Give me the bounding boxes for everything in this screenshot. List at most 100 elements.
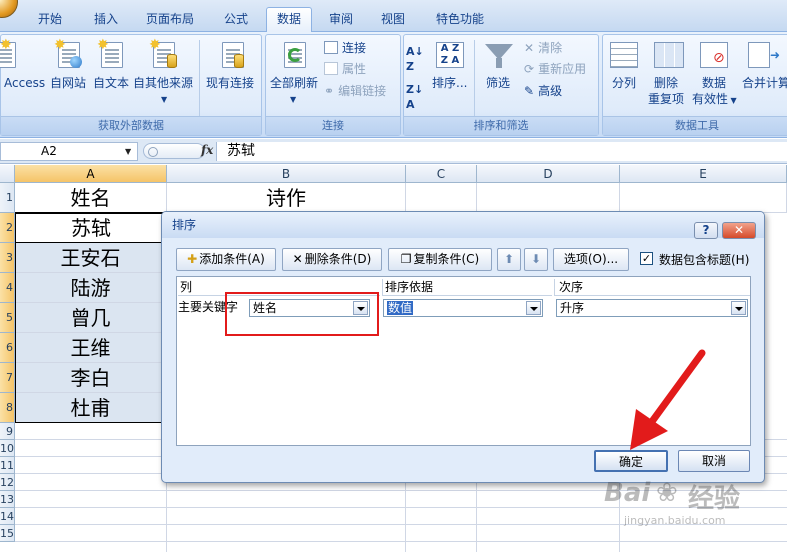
advanced-filter-button[interactable]: ✎ 高级	[524, 82, 562, 100]
cell-d1[interactable]	[477, 183, 620, 213]
from-web-button[interactable]: ✸ 自网站	[48, 38, 90, 92]
tab-review[interactable]: 审阅	[318, 8, 364, 32]
cell-a8[interactable]: 杜甫	[15, 393, 167, 423]
ribbon-tab-bar: 开始 插入 页面布局 公式 数据 审阅 视图 特色功能	[0, 0, 787, 33]
row-header[interactable]: 1	[0, 183, 15, 213]
sort-za-button[interactable]: Z↓ A	[406, 82, 430, 111]
database-icon	[234, 54, 244, 68]
formula-expand-handle[interactable]	[143, 143, 205, 159]
row-header[interactable]: 12	[0, 474, 15, 491]
row-header[interactable]: 14	[0, 508, 15, 525]
row-header[interactable]: 9	[0, 423, 15, 440]
row-header[interactable]: 2	[0, 213, 15, 243]
clear-filter-button[interactable]: ✕ 清除	[524, 39, 562, 57]
order-select[interactable]: 升序	[556, 299, 748, 317]
filter-button[interactable]: 筛选	[480, 40, 518, 92]
reapply-icon: ⟳	[524, 62, 535, 76]
refresh-all-button[interactable]: 全部刷新 ▼	[268, 40, 322, 106]
column-header-a[interactable]: A	[15, 165, 167, 183]
new-star-icon: ✸	[149, 37, 161, 53]
has-headers-label: 数据包含标题(H)	[659, 253, 750, 267]
remove-duplicates-button[interactable]: 删除 重复项	[648, 40, 690, 106]
cell-e1[interactable]	[620, 183, 787, 213]
filter-label: 筛选	[486, 76, 511, 90]
chevron-down-icon[interactable]: ▼	[125, 143, 131, 160]
column-header-c[interactable]: C	[406, 165, 477, 183]
has-headers-checkbox[interactable]: ✓	[640, 252, 653, 265]
text-to-columns-button[interactable]: 分列	[606, 40, 644, 92]
row-header[interactable]: 15	[0, 525, 15, 542]
access-button[interactable]: ✸ Access	[0, 37, 46, 92]
add-level-label: 添加条件(A)	[199, 252, 265, 266]
row-header[interactable]: 13	[0, 491, 15, 508]
from-other-sources-button[interactable]: ✸ 自其他来源 ▼	[133, 37, 197, 105]
cell-a5[interactable]: 曾几	[15, 303, 167, 333]
cell-c1[interactable]	[406, 183, 477, 213]
dialog-title[interactable]: 排序	[162, 212, 764, 238]
tab-page-layout[interactable]: 页面布局	[136, 8, 204, 32]
row-header[interactable]: 4	[0, 273, 15, 303]
column-header-b[interactable]: B	[167, 165, 406, 183]
copy-level-button[interactable]: ❐ 复制条件(C)	[388, 248, 492, 271]
clear-label: 清除	[538, 41, 563, 55]
consolidate-button[interactable]: ➜ 合并计算	[742, 40, 787, 92]
arrow-up-icon: ⬆	[503, 252, 515, 266]
watermark-title: 经验	[688, 484, 741, 514]
row-header[interactable]: 11	[0, 457, 15, 474]
sort-on-select[interactable]: 数值	[383, 299, 543, 317]
office-button[interactable]	[0, 0, 18, 18]
fx-icon[interactable]: fx	[201, 143, 213, 157]
cell-a2[interactable]: 苏轼	[15, 213, 167, 243]
row-header[interactable]: 6	[0, 333, 15, 363]
sort-dialog-icon: A ZZ A	[436, 42, 464, 68]
tab-view[interactable]: 视图	[370, 8, 416, 32]
select-all-corner[interactable]	[0, 165, 15, 183]
tab-data[interactable]: 数据	[266, 7, 312, 33]
name-box[interactable]: A2 ▼	[0, 142, 138, 161]
row-header[interactable]: 5	[0, 303, 15, 333]
chevron-down-icon[interactable]	[731, 301, 746, 315]
dropdown-arrow-icon: ▼	[290, 95, 297, 104]
sort-az-button[interactable]: A↓ Z	[406, 44, 430, 73]
row-header[interactable]: 7	[0, 363, 15, 393]
add-level-button[interactable]: ✚ 添加条件(A)	[176, 248, 276, 271]
existing-connections-button[interactable]: 现有连接	[204, 40, 260, 92]
cell-a7[interactable]: 李白	[15, 363, 167, 393]
close-button[interactable]: ✕	[722, 222, 756, 239]
cell-b1[interactable]: 诗作	[167, 183, 406, 213]
row-header[interactable]: 8	[0, 393, 15, 423]
from-text-button[interactable]: ✸ 自文本	[91, 38, 133, 92]
arrow-down-icon: ⬇	[530, 252, 542, 266]
move-down-button[interactable]: ⬇	[524, 248, 548, 271]
properties-button[interactable]: 属性	[324, 60, 366, 78]
help-button[interactable]: ?	[694, 222, 718, 239]
arrow-right-icon: ➜	[770, 48, 781, 62]
delete-level-button[interactable]: ✕ 删除条件(D)	[282, 248, 382, 271]
chevron-down-icon[interactable]	[526, 301, 541, 315]
properties-icon	[324, 62, 338, 75]
consolidate-label: 合并计算	[742, 76, 787, 90]
tab-home[interactable]: 开始	[24, 8, 76, 32]
tab-formulas[interactable]: 公式	[210, 8, 262, 32]
copy-level-label: 复制条件(C)	[413, 252, 480, 266]
row-header[interactable]: 3	[0, 243, 15, 273]
move-up-button[interactable]: ⬆	[497, 248, 521, 271]
cell-a3[interactable]: 王安石	[15, 243, 167, 273]
formula-input[interactable]: 苏轼	[216, 142, 787, 161]
reapply-button[interactable]: ⟳ 重新应用	[524, 60, 586, 78]
column-header-d[interactable]: D	[477, 165, 620, 183]
cell-a1[interactable]: 姓名	[15, 183, 167, 213]
data-validation-button[interactable]: ⊘ 数据 有效性 ▼	[692, 40, 740, 106]
new-star-icon: ✸	[0, 37, 12, 53]
column-header-e[interactable]: E	[620, 165, 787, 183]
tab-insert[interactable]: 插入	[80, 8, 132, 32]
edit-links-label: 编辑链接	[338, 84, 387, 98]
cell-a6[interactable]: 王维	[15, 333, 167, 363]
cell-a4[interactable]: 陆游	[15, 273, 167, 303]
options-button[interactable]: 选项(O)...	[553, 248, 629, 271]
connections-button[interactable]: 连接	[324, 39, 366, 57]
sort-button[interactable]: A ZZ A 排序...	[432, 40, 470, 92]
edit-links-button[interactable]: ⚭ 编辑链接	[324, 82, 386, 100]
tab-special[interactable]: 特色功能	[424, 8, 496, 32]
row-header[interactable]: 10	[0, 440, 15, 457]
